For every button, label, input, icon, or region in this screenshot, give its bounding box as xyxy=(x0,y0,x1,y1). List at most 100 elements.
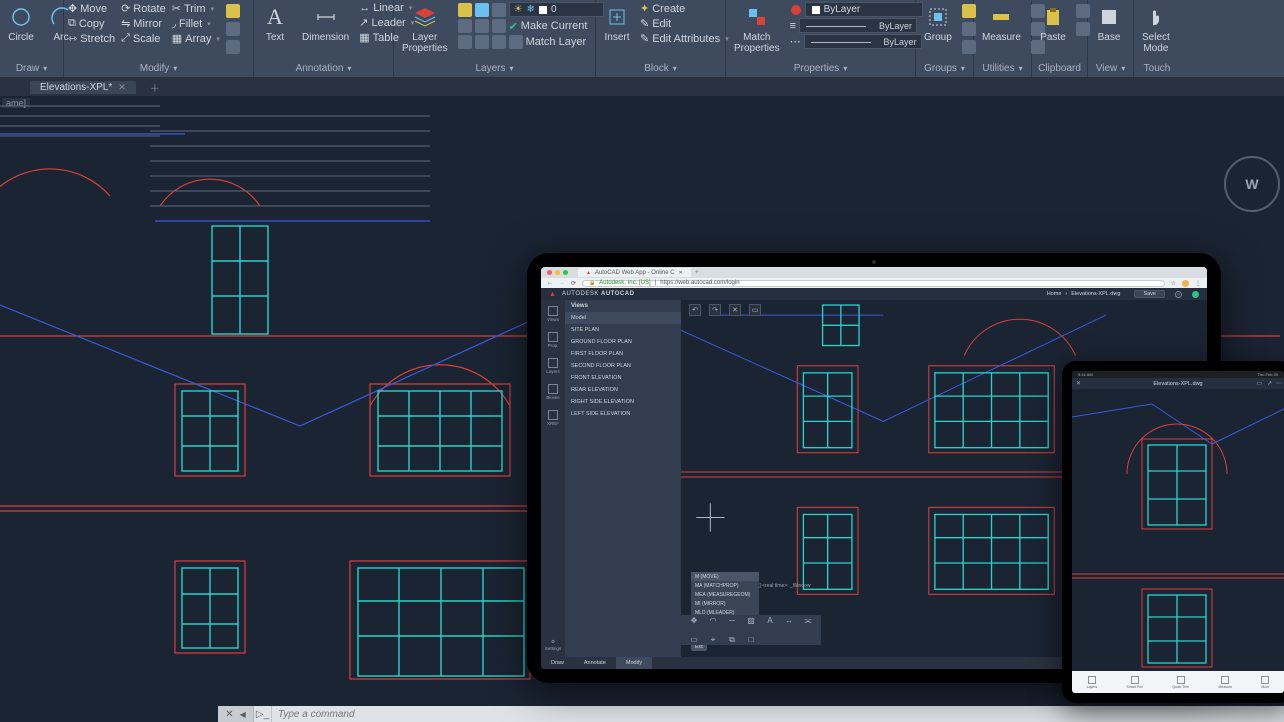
panel-layers-title[interactable]: Layers▾ xyxy=(398,62,591,75)
fillet-button[interactable]: ◞Fillet▾ xyxy=(172,17,220,30)
paste-button[interactable]: Paste xyxy=(1036,2,1070,45)
tp-dim[interactable]: ↔ xyxy=(784,616,794,626)
tp-rect[interactable]: ▭ xyxy=(689,635,699,645)
vtab-layers[interactable]: Layers xyxy=(546,358,560,374)
vtab-views[interactable]: Views xyxy=(547,306,559,322)
tp-move[interactable]: ✥ xyxy=(689,616,699,626)
btab-annotate[interactable]: Annotate xyxy=(574,657,616,669)
lineweight-bylayer[interactable]: ByLayer xyxy=(799,18,917,33)
tab-close[interactable]: ✕ xyxy=(679,270,683,276)
view-second[interactable]: SECOND FLOOR PLAN xyxy=(565,360,681,372)
tp-hatch[interactable]: ▨ xyxy=(746,616,756,626)
view-model[interactable]: Model xyxy=(565,312,681,324)
window-min[interactable] xyxy=(555,270,560,275)
vtab-blocks[interactable]: Blocks xyxy=(546,384,559,400)
color-bylayer[interactable]: ByLayer xyxy=(805,2,923,17)
array-button[interactable]: ▦Array▾ xyxy=(172,32,220,45)
close-icon[interactable]: ✕ xyxy=(118,82,126,93)
panel-view-title[interactable]: View▾ xyxy=(1092,62,1129,75)
sugg-mi[interactable]: MI (MIRROR) xyxy=(691,599,759,608)
tp-line[interactable]: ─ xyxy=(727,616,737,626)
tp-copy2[interactable]: ⧉ xyxy=(727,635,737,645)
base-button[interactable]: Base xyxy=(1092,2,1126,45)
btab-draw[interactable]: Draw xyxy=(541,657,574,669)
avatar-icon[interactable] xyxy=(1182,280,1189,287)
select-mode-button[interactable]: Select Mode xyxy=(1138,2,1174,56)
sugg-m[interactable]: M (MOVE) xyxy=(691,572,759,581)
new-browser-tab[interactable]: + xyxy=(695,269,699,276)
edit-block-button[interactable]: ✎Edit xyxy=(640,17,729,30)
circle-button[interactable]: Circle xyxy=(4,2,38,45)
layer-properties-button[interactable]: Layer Properties xyxy=(398,2,452,56)
edit-attr-button[interactable]: ✎Edit Attributes▾ xyxy=(640,32,729,45)
scale-button[interactable]: ⤢Scale xyxy=(121,32,166,45)
reload-icon[interactable]: ⟳ xyxy=(571,280,576,287)
cmd-icon[interactable]: ▷_ xyxy=(254,706,272,722)
panel-draw-title[interactable]: Draw▾ xyxy=(4,62,59,75)
tp-anchor[interactable]: ⌖ xyxy=(708,635,718,645)
window-max[interactable] xyxy=(563,270,568,275)
snap-button[interactable]: ✕ xyxy=(729,304,741,316)
new-tab-button[interactable]: ＋ xyxy=(142,80,168,95)
match-properties-button[interactable]: Match Properties xyxy=(730,2,784,56)
view-left-elev[interactable]: LEFT SIDE ELEVATION xyxy=(565,408,681,420)
fwd-icon[interactable]: → xyxy=(559,280,565,286)
match-layer-button[interactable]: Match Layer xyxy=(458,35,604,49)
trim-button[interactable]: ✂Trim▾ xyxy=(172,2,220,15)
insert-button[interactable]: Insert xyxy=(600,2,634,45)
tablet-action-1[interactable]: ▭ xyxy=(1256,380,1262,387)
undo-button[interactable]: ↶ xyxy=(689,304,701,316)
star-icon[interactable]: ☆ xyxy=(1171,280,1176,287)
modify-extra-icon-2[interactable] xyxy=(226,22,240,36)
panel-block-title[interactable]: Block▾ xyxy=(600,62,721,75)
tp-chain[interactable]: ⫘ xyxy=(803,616,813,626)
copy-button[interactable]: ⧉Copy xyxy=(68,17,115,30)
rotate-button[interactable]: ⟳Rotate xyxy=(121,2,166,15)
tp-text[interactable]: A xyxy=(765,616,775,626)
tablet-action-3[interactable]: ⋯ xyxy=(1276,380,1282,387)
vtab-xref[interactable]: XREF xyxy=(547,410,559,426)
btab-modify[interactable]: Modify xyxy=(616,657,652,669)
url-field[interactable]: 🔒Autodesk, Inc. [US]|https://web.autocad… xyxy=(582,280,1165,287)
view-ground[interactable]: GROUND FLOOR PLAN xyxy=(565,336,681,348)
layer-icon-a[interactable] xyxy=(458,3,472,17)
panel-groups-title[interactable]: Groups▾ xyxy=(920,62,969,75)
save-button[interactable]: Save xyxy=(1134,290,1165,298)
view-front-elev[interactable]: FRONT ELEVATION xyxy=(565,372,681,384)
select-button[interactable]: ▭ xyxy=(749,304,761,316)
create-block-button[interactable]: ✦Create xyxy=(640,2,729,15)
panel-modify-title[interactable]: Modify▾ xyxy=(68,62,249,75)
tablet-canvas[interactable] xyxy=(1072,389,1284,671)
linetype-bylayer[interactable]: ByLayer xyxy=(804,34,922,49)
modify-extra-icon-3[interactable] xyxy=(226,40,240,54)
dimension-button[interactable]: Dimension xyxy=(298,2,353,45)
cmd-close[interactable]: ✕ ◀ xyxy=(218,706,254,722)
crumb-file[interactable]: Elevations-XPL.dwg xyxy=(1071,291,1120,297)
window-close[interactable] xyxy=(547,270,552,275)
layer-icon-b[interactable] xyxy=(475,3,489,17)
crumb-home[interactable]: Home xyxy=(1047,291,1062,297)
move-button[interactable]: ✥Move xyxy=(68,2,115,15)
panel-annotation-title[interactable]: Annotation▾ xyxy=(258,62,389,75)
user-avatar[interactable] xyxy=(1192,291,1199,298)
sugg-ma[interactable]: MA (MATCHPROP) xyxy=(691,581,759,590)
stretch-button[interactable]: ⇿Stretch xyxy=(68,32,115,45)
tablet-close[interactable]: ✕ xyxy=(1076,380,1081,387)
view-rear-elev[interactable]: REAR ELEVATION xyxy=(565,384,681,396)
modify-extra-icon-1[interactable] xyxy=(226,4,240,18)
make-current-button[interactable]: ✔Make Current xyxy=(458,19,604,33)
panel-utilities-title[interactable]: Utilities▾ xyxy=(978,62,1027,75)
view-first[interactable]: FIRST FLOOR PLAN xyxy=(565,348,681,360)
tp-sel[interactable]: □ xyxy=(746,635,756,645)
command-input[interactable] xyxy=(272,709,1284,720)
vtab-prop[interactable]: Prop. xyxy=(548,332,559,348)
layer-selector[interactable]: ☀❄0 xyxy=(509,2,604,17)
panel-properties-title[interactable]: Properties▾ xyxy=(730,62,911,75)
tablet-action-2[interactable]: ↗ xyxy=(1267,380,1272,387)
browser-tab[interactable]: ▲AutoCAD Web App - Online C✕ xyxy=(578,268,691,277)
layer-icon-c[interactable] xyxy=(492,3,506,17)
mirror-button[interactable]: ⇋Mirror xyxy=(121,17,166,30)
help-icon[interactable]: ? xyxy=(1175,291,1182,298)
vtab-settings[interactable]: ⚙Settings xyxy=(545,639,561,651)
redo-button[interactable]: ↷ xyxy=(709,304,721,316)
